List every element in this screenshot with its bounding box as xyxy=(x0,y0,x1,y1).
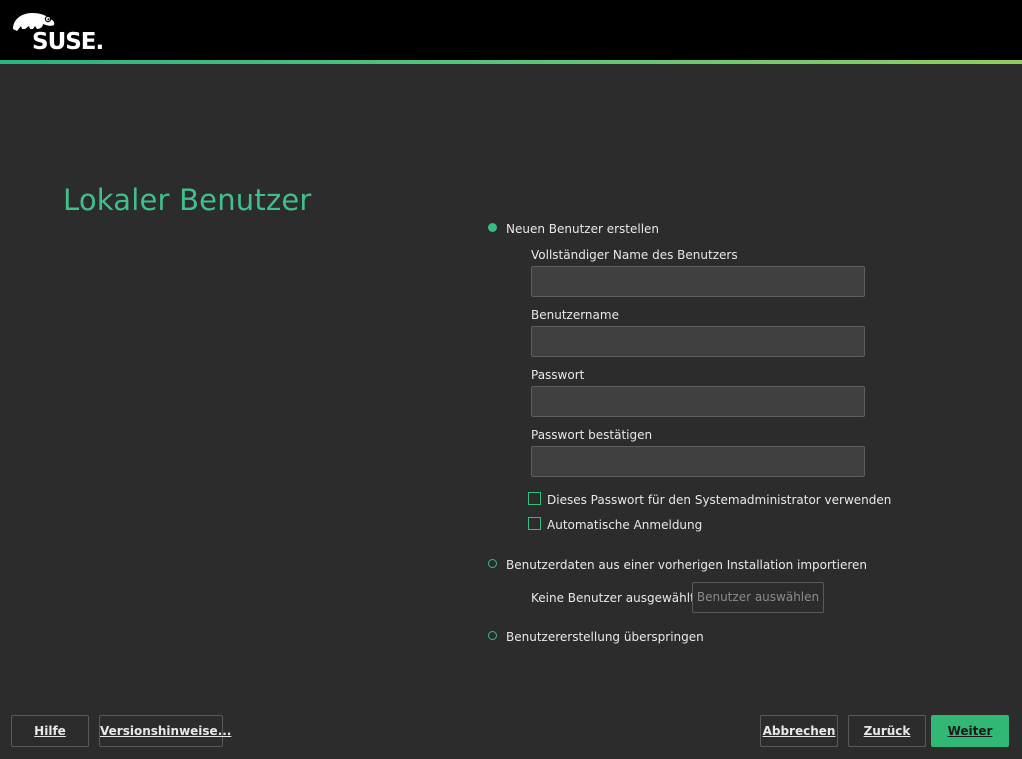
password-input[interactable] xyxy=(531,386,865,417)
radio-create-user-label[interactable]: Neuen Benutzer erstellen xyxy=(506,222,659,236)
use-for-admin-label[interactable]: Dieses Passwort für den Systemadministra… xyxy=(547,493,891,507)
username-label: Benutzername xyxy=(531,308,619,322)
radio-skip-user-label[interactable]: Benutzererstellung überspringen xyxy=(506,630,704,644)
password-confirm-label: Passwort bestätigen xyxy=(531,428,653,442)
radio-import-users-label[interactable]: Benutzerdaten aus einer vorherigen Insta… xyxy=(506,558,867,572)
back-button[interactable]: Zurück xyxy=(848,715,926,747)
username-input[interactable] xyxy=(531,326,865,357)
autologin-checkbox[interactable] xyxy=(528,517,541,530)
fullname-input[interactable] xyxy=(531,266,865,297)
next-button[interactable]: Weiter xyxy=(931,715,1009,747)
suse-logo: SUSE. xyxy=(10,9,104,54)
fullname-label: Vollständiger Name des Benutzers xyxy=(531,248,738,262)
radio-create-user[interactable] xyxy=(488,223,497,232)
release-notes-button[interactable]: Versionshinweise... xyxy=(99,715,231,747)
password-confirm-input[interactable] xyxy=(531,446,865,477)
select-users-button[interactable]: Benutzer auswählen xyxy=(692,582,824,613)
header-accent-line xyxy=(0,60,1022,64)
password-label: Passwort xyxy=(531,368,585,382)
header-bar: SUSE. xyxy=(0,0,1022,60)
import-status-text: Keine Benutzer ausgewählt xyxy=(531,591,695,605)
radio-import-users[interactable] xyxy=(488,559,497,568)
autologin-label[interactable]: Automatische Anmeldung xyxy=(547,518,702,532)
radio-skip-user[interactable] xyxy=(488,631,497,640)
use-for-admin-checkbox[interactable] xyxy=(528,492,541,505)
abort-button[interactable]: Abbrechen xyxy=(760,715,838,747)
logo-text: SUSE. xyxy=(32,29,104,55)
help-button[interactable]: Hilfe xyxy=(11,715,89,747)
page-title: Lokaler Benutzer xyxy=(63,183,312,217)
